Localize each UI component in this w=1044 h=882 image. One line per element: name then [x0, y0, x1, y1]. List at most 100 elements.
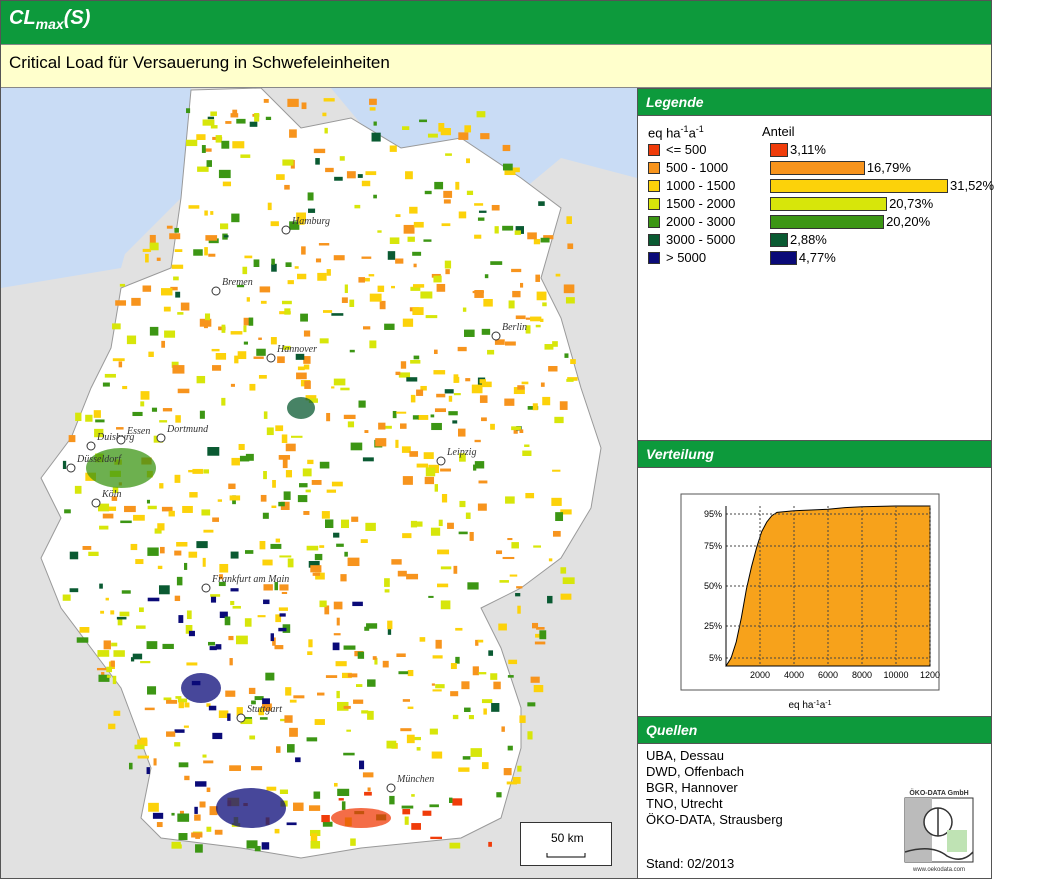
city-label: Hamburg [291, 216, 330, 227]
land-patch [277, 356, 285, 364]
land-patch [285, 470, 293, 478]
land-patch [215, 353, 227, 360]
land-patch [194, 814, 201, 821]
land-patch [220, 223, 229, 230]
land-patch [253, 356, 264, 359]
land-patch [325, 519, 334, 529]
land-patch [257, 615, 266, 618]
land-patch [378, 422, 386, 430]
land-patch [481, 699, 493, 704]
legend-class-label: 2000 - 3000 [666, 214, 736, 229]
germany-map[interactable]: Hamburg Bremen Berlin Hannover Dortmund Duisb… [1, 88, 638, 878]
land-patch [502, 225, 514, 231]
land-patch [115, 300, 127, 306]
chart-x-tick: 2000 [750, 670, 770, 680]
land-patch [99, 583, 103, 589]
land-patch [230, 383, 235, 387]
land-patch-cluster [287, 397, 315, 419]
legend-share-bar [770, 233, 788, 247]
city-marker [281, 225, 291, 235]
land-patch [251, 766, 263, 771]
land-patch [367, 787, 371, 792]
chart-y-tick: 75% [704, 541, 722, 551]
land-patch [317, 272, 327, 281]
legend-swatch [648, 144, 660, 156]
land-patch [493, 681, 501, 690]
land-patch [455, 656, 460, 664]
land-patch [130, 543, 138, 551]
land-patch [275, 425, 284, 432]
land-patch [135, 559, 144, 565]
land-patch [271, 263, 277, 272]
land-patch [435, 639, 442, 649]
land-patch [387, 629, 392, 635]
land-patch [432, 689, 442, 692]
land-patch [291, 435, 303, 438]
legend-swatch [648, 252, 660, 264]
land-patch [481, 381, 492, 388]
legend-share-bar [770, 197, 888, 211]
land-patch [395, 371, 401, 376]
land-patch [206, 826, 212, 832]
land-patch [262, 559, 273, 566]
land-patch [210, 211, 214, 215]
land-patch [406, 377, 418, 382]
land-patch [313, 148, 326, 154]
land-patch [413, 355, 420, 360]
land-patch [204, 313, 211, 321]
city-marker [86, 441, 96, 451]
land-patch [433, 349, 438, 355]
land-patch [93, 410, 101, 418]
land-patch [210, 111, 217, 116]
land-patch [419, 637, 426, 642]
chart-y-tick: 25% [704, 621, 722, 631]
city-marker [236, 713, 246, 723]
land-patch [207, 116, 215, 120]
land-patch [552, 530, 561, 537]
land-patch [301, 102, 307, 110]
logo-text: ÖKO-DATA GmbH [909, 788, 968, 797]
land-patch [208, 641, 216, 646]
land-patch [498, 623, 507, 631]
land-patch [282, 459, 288, 469]
land-patch [75, 412, 82, 422]
land-patch [337, 788, 350, 796]
land-patch [236, 118, 246, 124]
land-patch [423, 452, 434, 460]
land-patch [158, 585, 170, 595]
land-patch [196, 134, 206, 140]
land-patch [384, 323, 395, 330]
land-patch [68, 435, 76, 443]
land-patch [519, 429, 524, 434]
land-patch [445, 153, 452, 156]
land-patch [349, 349, 355, 353]
land-patch [483, 298, 493, 307]
land-patch [235, 635, 248, 645]
legend-share-value: 2,88% [790, 232, 827, 247]
land-patch [204, 210, 208, 216]
land-patch [416, 747, 421, 751]
land-patch [361, 710, 369, 714]
land-patch [324, 127, 328, 134]
land-patch [315, 158, 320, 165]
land-patch [142, 248, 152, 252]
land-patch [212, 365, 222, 371]
land-patch [373, 194, 377, 199]
land-patch [566, 378, 574, 382]
legend-class-label: <= 500 [666, 142, 707, 157]
land-patch [263, 599, 270, 605]
land-patch [178, 833, 188, 841]
land-patch [412, 307, 424, 316]
land-patch [229, 495, 241, 501]
land-patch [103, 640, 111, 650]
land-patch [119, 611, 130, 617]
land-patch [208, 705, 217, 711]
oekodata-logo[interactable]: ÖKO-DATA GmbH www.oekodata.com [902, 786, 976, 874]
land-patch [276, 174, 285, 180]
land-patch [243, 341, 249, 345]
land-patch [196, 375, 206, 384]
land-patch [469, 531, 474, 541]
land-patch [437, 583, 449, 588]
land-patch [195, 781, 207, 787]
land-patch [333, 782, 338, 787]
